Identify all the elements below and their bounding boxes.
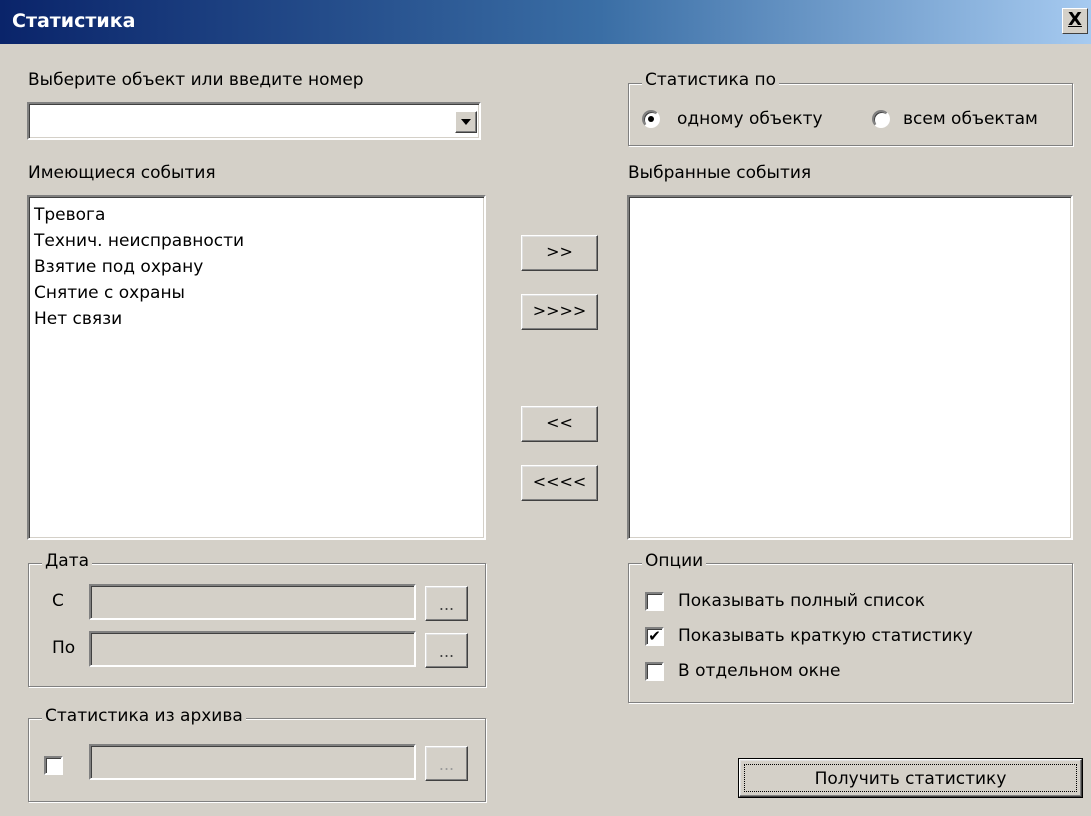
option-full-list[interactable]: Показывать полный список: [645, 590, 1055, 614]
get-stats-button-face: Получить статистику: [739, 759, 1082, 797]
radio-all-objects-button[interactable]: [872, 110, 890, 128]
date-from-field[interactable]: [89, 584, 416, 620]
add-button[interactable]: >>: [521, 235, 598, 271]
checkmark-icon: ✔: [648, 627, 661, 645]
option-full-list-checkbox[interactable]: [645, 592, 664, 611]
object-combobox[interactable]: [27, 102, 481, 140]
date-to-field[interactable]: [89, 631, 416, 667]
option-full-list-label: Показывать полный список: [678, 591, 925, 611]
date-from-browse-button[interactable]: ...: [425, 586, 468, 621]
archive-checkbox[interactable]: [44, 756, 63, 775]
dropdown-button[interactable]: [455, 111, 477, 133]
window-title: Статистика: [12, 10, 136, 32]
available-events-label: Имеющиеся события: [28, 163, 216, 183]
option-separate-window-label: В отдельном окне: [678, 661, 841, 681]
available-events-items: Тревога Технич. неисправности Взятие под…: [34, 202, 244, 332]
date-title: Дата: [42, 551, 93, 571]
stat-by-title: Статистика по: [642, 70, 780, 90]
add-all-button[interactable]: >>>>: [521, 294, 598, 330]
get-stats-label: Получить статистику: [814, 769, 1007, 789]
radio-all-objects-label: всем объектам: [903, 109, 1038, 129]
remove-button[interactable]: <<: [521, 406, 598, 442]
archive-path-field[interactable]: [89, 744, 416, 780]
options-title: Опции: [642, 551, 707, 571]
list-item[interactable]: Тревога: [34, 202, 244, 228]
chevron-down-icon: [461, 119, 471, 125]
option-separate-window[interactable]: В отдельном окне: [645, 660, 1055, 684]
list-item[interactable]: Снятие с охраны: [34, 280, 244, 306]
option-short-stats[interactable]: ✔ Показывать краткую статистику: [645, 625, 1055, 649]
list-item[interactable]: Нет связи: [34, 306, 244, 332]
remove-all-button[interactable]: <<<<: [521, 465, 598, 501]
radio-one-object[interactable]: одному объекту: [642, 108, 842, 132]
list-item[interactable]: Взятие под охрану: [34, 254, 244, 280]
radio-all-objects[interactable]: всем объектам: [872, 108, 1067, 132]
selected-events-list[interactable]: [627, 195, 1073, 540]
date-to-label: По: [52, 638, 76, 658]
object-label: Выберите объект или введите номер: [28, 70, 364, 90]
date-to-browse-button[interactable]: ...: [425, 633, 468, 668]
list-item[interactable]: Технич. неисправности: [34, 228, 244, 254]
radio-one-object-label: одному объекту: [677, 109, 823, 129]
archive-title: Статистика из архива: [42, 706, 246, 726]
archive-browse-button[interactable]: ...: [425, 746, 468, 781]
title-bar[interactable]: Статистика X: [0, 0, 1091, 44]
date-group: [28, 563, 486, 687]
date-from-label: С: [52, 591, 64, 611]
option-separate-window-checkbox[interactable]: [645, 662, 664, 681]
selected-events-label: Выбранные события: [628, 163, 812, 183]
close-button[interactable]: X: [1062, 8, 1088, 34]
option-short-stats-checkbox[interactable]: ✔: [645, 627, 664, 646]
option-short-stats-label: Показывать краткую статистику: [678, 626, 973, 646]
radio-one-object-button[interactable]: [642, 110, 660, 128]
available-events-list[interactable]: Тревога Технич. неисправности Взятие под…: [27, 195, 486, 540]
radio-selected-dot: [648, 116, 654, 122]
get-stats-button[interactable]: Получить статистику: [738, 758, 1083, 798]
